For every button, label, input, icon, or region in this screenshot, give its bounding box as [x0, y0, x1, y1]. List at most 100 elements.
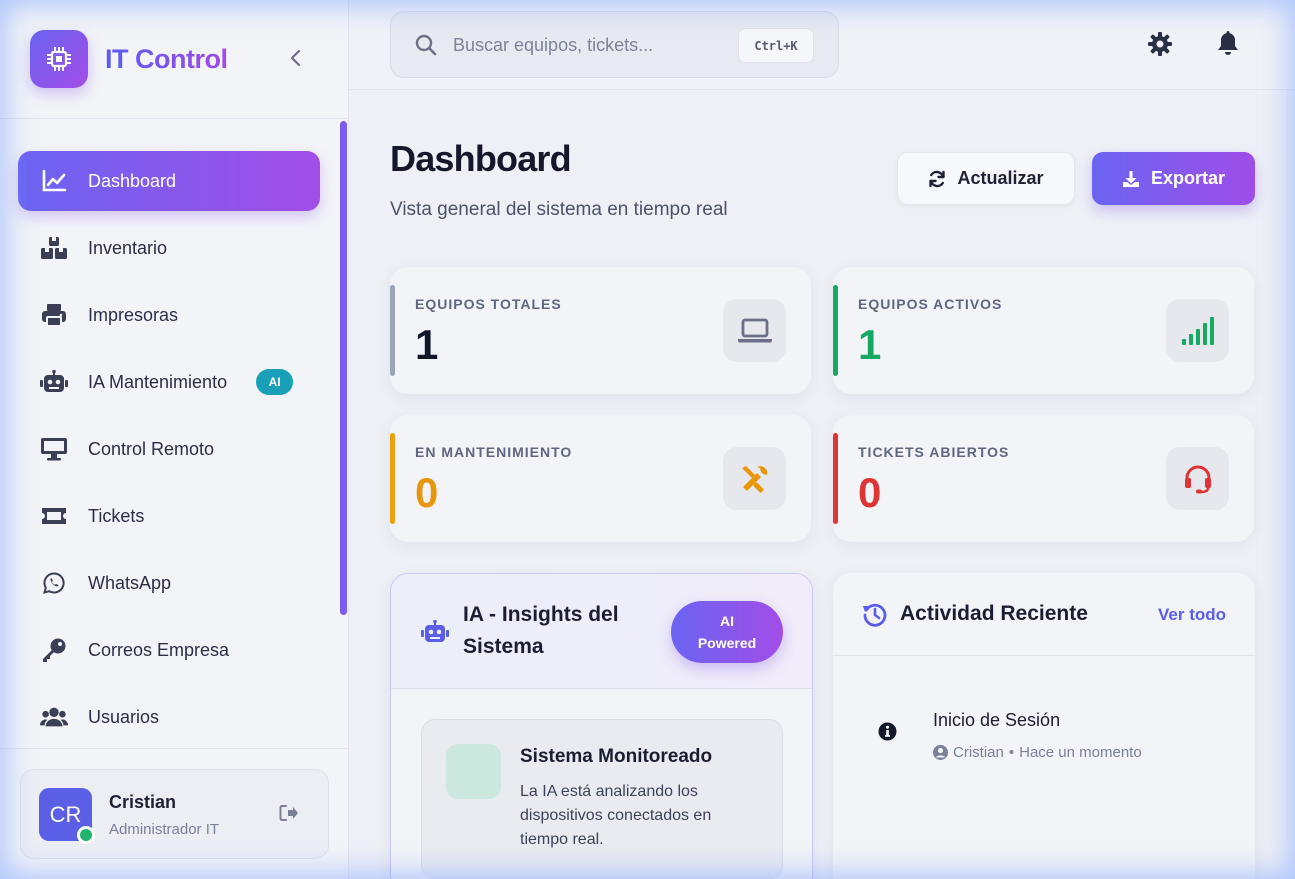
recent-activity-panel: Actividad Reciente Ver todo Inicio de Se…: [833, 573, 1255, 879]
sidebar-item-label: Dashboard: [88, 170, 177, 191]
user-circle-icon: [933, 745, 948, 760]
topbar: Ctrl+K: [349, 0, 1295, 90]
laptop-icon: [723, 299, 786, 362]
page-subtitle: Vista general del sistema en tiempo real: [390, 199, 728, 220]
search-bar[interactable]: Ctrl+K: [390, 11, 839, 78]
stat-value: 0: [858, 469, 882, 516]
sidebar-item-label: Control Remoto: [88, 438, 215, 459]
export-button[interactable]: Exportar: [1092, 152, 1255, 205]
insight-card[interactable]: Sistema Monitoreado La IA está analizand…: [421, 719, 783, 879]
sidebar-item-inventario[interactable]: Inventario: [18, 218, 320, 278]
user-name: Cristian: [109, 792, 177, 812]
ai-panel-title-line1: IA - Insights del: [463, 603, 619, 626]
insight-text: La IA está analizando los dispositivos c…: [520, 783, 712, 848]
sidebar-item-dashboard[interactable]: Dashboard: [18, 151, 320, 211]
page-title: Dashboard: [390, 138, 572, 179]
brand[interactable]: IT Control: [30, 30, 228, 88]
ai-panel-title: IA - Insights del Sistema: [463, 599, 619, 663]
sidebar-item-label: Impresoras: [88, 304, 179, 325]
chevron-left-icon[interactable]: [284, 46, 308, 70]
users-icon: [40, 703, 68, 731]
brand-title: IT Control: [105, 43, 228, 74]
activity-title: Inicio de Sesión: [933, 710, 1061, 730]
sidebar-item-control-remoto[interactable]: Control Remoto: [18, 419, 320, 479]
activity-separator: •: [1008, 744, 1015, 761]
chart-line-icon: [40, 167, 68, 195]
sidebar: IT Control Dashboard Inventario Impresor…: [0, 0, 349, 879]
logout-icon[interactable]: [279, 804, 301, 826]
sidebar-scrollbar[interactable]: [340, 121, 347, 615]
search-icon: [415, 34, 437, 61]
ai-powered-line2: Powered: [697, 635, 757, 651]
export-label: Exportar: [1150, 168, 1226, 188]
ai-powered-line1: AI: [720, 613, 734, 629]
ai-panel-header: IA - Insights del Sistema AI Powered: [391, 574, 812, 689]
sidebar-nav: Dashboard Inventario Impresoras IA Mante…: [18, 151, 320, 754]
refresh-label: Actualizar: [957, 168, 1044, 188]
sidebar-item-label: Correos Empresa: [88, 639, 230, 660]
activity-panel-title: Actividad Reciente: [900, 602, 1088, 625]
sidebar-item-ia-mantenimiento[interactable]: IA Mantenimiento AI: [18, 352, 320, 412]
stat-label: EQUIPOS ACTIVOS: [858, 296, 1003, 312]
stat-label: EQUIPOS TOTALES: [415, 296, 562, 312]
sidebar-item-label: Tickets: [88, 505, 145, 526]
printer-icon: [40, 301, 68, 329]
ai-powered-badge: AI Powered: [671, 601, 783, 663]
signal-icon: [1166, 299, 1229, 362]
key-icon: [40, 636, 68, 664]
see-all-link[interactable]: Ver todo: [1158, 605, 1226, 625]
sidebar-item-label: Usuarios: [88, 706, 160, 727]
activity-panel-header: Actividad Reciente Ver todo: [833, 573, 1255, 656]
refresh-icon: [928, 170, 946, 188]
info-icon: [878, 722, 897, 741]
search-shortcut: Ctrl+K: [738, 28, 814, 63]
user-card[interactable]: CR Cristian Administrador IT: [20, 769, 329, 859]
chip-icon: [30, 30, 88, 88]
tools-icon: [723, 447, 786, 510]
stat-label: TICKETS ABIERTOS: [858, 444, 1010, 460]
ai-insights-panel: IA - Insights del Sistema AI Powered Sis…: [390, 573, 813, 879]
user-divider: [0, 748, 349, 749]
sidebar-item-label: WhatsApp: [88, 572, 172, 593]
activity-user: Cristian: [953, 744, 1004, 761]
boxes-icon: [40, 234, 68, 262]
activity-time: Hace un momento: [1019, 744, 1142, 761]
ticket-icon: [40, 502, 68, 530]
sidebar-item-correos-empresa[interactable]: Correos Empresa: [18, 620, 320, 680]
sidebar-item-usuarios[interactable]: Usuarios: [18, 687, 320, 747]
online-status-dot: [77, 826, 95, 844]
stat-value: 0: [415, 469, 439, 516]
gear-icon[interactable]: [1147, 31, 1173, 57]
sidebar-item-label: Inventario: [88, 237, 168, 258]
stat-card-equipos-activos[interactable]: EQUIPOS ACTIVOS 1: [833, 267, 1254, 394]
sidebar-item-whatsapp[interactable]: WhatsApp: [18, 553, 320, 613]
ai-badge: AI: [256, 369, 294, 395]
stat-card-en-mantenimiento[interactable]: EN MANTENIMIENTO 0: [390, 415, 811, 542]
headset-icon: [1166, 447, 1229, 510]
insight-title: Sistema Monitoreado: [520, 746, 713, 767]
sidebar-divider: [0, 118, 349, 119]
refresh-button[interactable]: Actualizar: [897, 152, 1075, 205]
sidebar-item-label: IA Mantenimiento: [88, 371, 228, 392]
history-icon: [862, 602, 888, 633]
stat-card-tickets-abiertos[interactable]: TICKETS ABIERTOS 0: [833, 415, 1254, 542]
stat-value: 1: [415, 321, 439, 368]
sidebar-item-tickets[interactable]: Tickets: [18, 486, 320, 546]
stat-accent: [390, 433, 395, 524]
stat-label: EN MANTENIMIENTO: [415, 444, 573, 460]
stat-accent: [833, 433, 838, 524]
ai-panel-title-line2: Sistema: [463, 635, 544, 658]
desktop-icon: [40, 435, 68, 463]
stat-accent: [390, 285, 395, 376]
stat-value: 1: [858, 321, 882, 368]
robot-icon: [421, 619, 449, 649]
robot-icon: [40, 368, 68, 396]
whatsapp-icon: [40, 569, 68, 597]
sidebar-item-impresoras[interactable]: Impresoras: [18, 285, 320, 345]
stat-card-equipos-totales[interactable]: EQUIPOS TOTALES 1: [390, 267, 811, 394]
download-icon: [1122, 170, 1140, 188]
search-input[interactable]: [453, 32, 733, 58]
insight-thumbnail: [446, 744, 501, 799]
user-role: Administrador IT: [109, 821, 220, 838]
bell-icon[interactable]: [1215, 31, 1241, 57]
